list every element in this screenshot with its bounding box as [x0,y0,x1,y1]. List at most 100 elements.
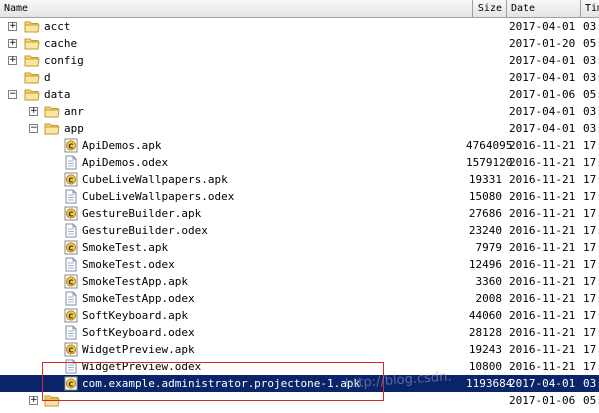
document-icon [63,359,79,374]
entry-time: 17: [583,258,599,271]
entry-size: 19331 [468,173,502,186]
entry-name: CubeLiveWallpapers.odex [82,190,235,203]
tree-folder-row[interactable]: + config 2017-04-01 03: [0,52,599,69]
entry-date: 2017-04-01 [509,105,576,118]
entry-size: 1579120 [466,156,513,169]
entry-time: 17: [583,326,599,339]
apk-file-icon: C [63,172,79,187]
entry-name: WidgetPreview.odex [82,360,202,373]
entry-time: 17: [583,139,599,152]
tree-file-row[interactable]: C SmokeTestApp.apk 3360 2016-11-21 17: [0,273,599,290]
tree-file-row[interactable]: C WidgetPreview.apk 19243 2016-11-21 17: [0,341,599,358]
entry-name: d [44,71,51,84]
svg-text:C: C [68,312,73,320]
entry-time: 17: [583,292,599,305]
tree-file-row[interactable]: Ccom.example.administrator.projectone-1.… [0,375,599,392]
apk-file-icon: C [63,138,79,153]
entry-date: 2016-11-21 [509,224,576,237]
collapse-icon[interactable]: − [8,90,17,99]
tree-file-row[interactable]: ApiDemos.odex 15791202016-11-21 17: [0,154,599,171]
entry-size: 10800 [468,360,502,373]
entry-time: 17: [583,360,599,373]
entry-name: SoftKeyboard.odex [82,326,195,339]
entry-name: ApiDemos.odex [82,156,169,169]
entry-date: 2016-11-21 [509,360,576,373]
apk-file-icon: C [63,206,79,221]
tree-file-row[interactable]: C ApiDemos.apk 47640952016-11-21 17: [0,137,599,154]
entry-size: 19243 [468,343,502,356]
entry-date: 2016-11-21 [509,309,576,322]
entry-date: 2017-04-01 [509,122,576,135]
tree-folder-row[interactable]: d 2017-04-01 03: [0,69,599,86]
expand-icon[interactable]: + [8,22,17,31]
entry-name: GestureBuilder.apk [82,207,202,220]
entry-name: acct [44,20,71,33]
entry-name: GestureBuilder.odex [82,224,208,237]
column-header-time[interactable]: Tim [581,0,599,17]
tree-folder-row[interactable]: − app 2017-04-01 03: [0,120,599,137]
entry-time: 03: [583,122,599,135]
entry-time: 17: [583,207,599,220]
tree-file-row[interactable]: GestureBuilder.odex 23240 2016-11-21 17: [0,222,599,239]
svg-text:C: C [68,244,73,252]
tree-file-row[interactable]: SoftKeyboard.odex 28128 2016-11-21 17: [0,324,599,341]
tree-folder-row[interactable]: + acct 2017-04-01 03: [0,18,599,35]
entry-date: 2017-04-01 [509,71,576,84]
entry-name: anr [64,105,84,118]
apk-file-icon: C [63,342,79,357]
entry-date: 2016-11-21 [509,207,576,220]
expand-icon[interactable]: + [8,39,17,48]
expand-icon[interactable]: + [29,107,38,116]
apk-file-icon: C [63,308,79,323]
tree-folder-row[interactable]: + anr 2017-04-01 03: [0,103,599,120]
entry-name: com.example.administrator.projectone-1.a… [82,377,361,390]
collapse-icon[interactable]: − [29,124,38,133]
tree-folder-row[interactable]: + cache 2017-01-20 05: [0,35,599,52]
tree-file-row[interactable]: SmokeTest.odex 12496 2016-11-21 17: [0,256,599,273]
entry-name: SmokeTest.odex [82,258,175,271]
svg-text:C: C [68,346,73,354]
tree-folder-row[interactable]: − data 2017-01-06 05: [0,86,599,103]
tree-file-row[interactable]: C GestureBuilder.apk 27686 2016-11-21 17: [0,205,599,222]
entry-name: WidgetPreview.apk [82,343,195,356]
entry-time: 03: [583,71,599,84]
entry-date: 2016-11-21 [509,326,576,339]
column-header-name[interactable]: Name [0,0,473,17]
apk-file-icon: C [63,240,79,255]
tree-file-row[interactable]: SmokeTestApp.odex 2008 2016-11-21 17: [0,290,599,307]
tree-file-row[interactable]: C CubeLiveWallpapers.apk 19331 2016-11-21 17… [0,171,599,188]
folder-icon [44,104,60,119]
column-header-size[interactable]: Size [473,0,507,17]
entry-time: 17: [583,275,599,288]
folder-icon [24,19,40,34]
apk-file-icon: C [63,274,79,289]
expand-icon[interactable]: + [8,56,17,65]
tree-file-row[interactable]: CubeLiveWallpapers.odex 15080 2016-11-21 17… [0,188,599,205]
column-header-date[interactable]: Date [507,0,581,17]
tree-file-row[interactable]: C SmokeTest.apk 7979 2016-11-21 17: [0,239,599,256]
entry-name: SoftKeyboard.apk [82,309,188,322]
entry-date: 2017-01-06 [509,88,576,101]
entry-date: 2016-11-21 [509,139,576,152]
entry-date: 2017-04-01 [509,377,576,390]
entry-name: ApiDemos.apk [82,139,162,152]
svg-text:C: C [68,176,73,184]
entry-date: 2017-04-01 [509,54,576,67]
entry-time: 05: [583,37,599,50]
document-icon [63,325,79,340]
entry-time: 05: [583,88,599,101]
folder-icon [24,53,40,68]
document-icon [63,291,79,306]
folder-icon [24,87,40,102]
entry-time: 17: [583,173,599,186]
entry-size: 1193684 [466,377,513,390]
entry-size: 28128 [468,326,502,339]
apk-file-icon: C [63,376,79,391]
entry-name: SmokeTest.apk [82,241,169,254]
entry-size: 15080 [468,190,502,203]
entry-size: 44060 [468,309,502,322]
tree-file-row[interactable]: C SoftKeyboard.apk 44060 2016-11-21 17: [0,307,599,324]
folder-icon [24,70,40,85]
tree-file-row[interactable]: WidgetPreview.odex 10800 2016-11-21 17: [0,358,599,375]
entry-time: 17: [583,241,599,254]
